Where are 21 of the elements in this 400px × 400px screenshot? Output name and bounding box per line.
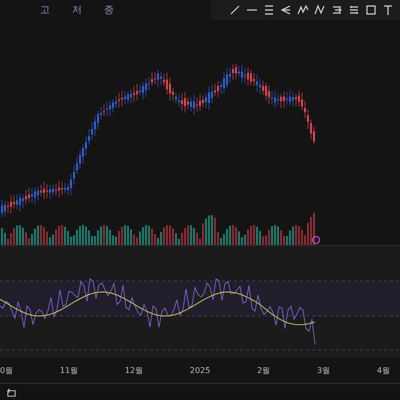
time-axis-label: 4월 (376, 365, 390, 376)
time-axis-label: 3월 (316, 365, 330, 376)
time-axis-label: 2월 (257, 365, 270, 376)
event-marker-icon[interactable] (312, 236, 320, 244)
time-axis-label: 11월 (60, 365, 78, 376)
legend-label: 종 (104, 4, 114, 17)
time-axis-label: 12월 (124, 365, 144, 376)
zigzag-icon[interactable] (314, 4, 326, 16)
zigzag-icon[interactable] (297, 4, 309, 16)
fork-lines-icon[interactable] (280, 4, 292, 16)
rectangle-icon[interactable] (365, 4, 377, 16)
replay-icon[interactable] (6, 386, 17, 398)
parallel-lines-icon[interactable] (263, 4, 275, 16)
text-tool-icon[interactable] (382, 4, 394, 16)
time-axis-label: 2025 (190, 366, 210, 375)
range-lines-icon[interactable] (348, 4, 360, 16)
range-arrows-icon[interactable] (331, 4, 343, 16)
legend-label: 고 (40, 4, 50, 17)
time-axis-label: 0월 (0, 365, 14, 376)
legend-label: 저 (72, 4, 82, 17)
trend-line-icon[interactable] (229, 4, 241, 16)
